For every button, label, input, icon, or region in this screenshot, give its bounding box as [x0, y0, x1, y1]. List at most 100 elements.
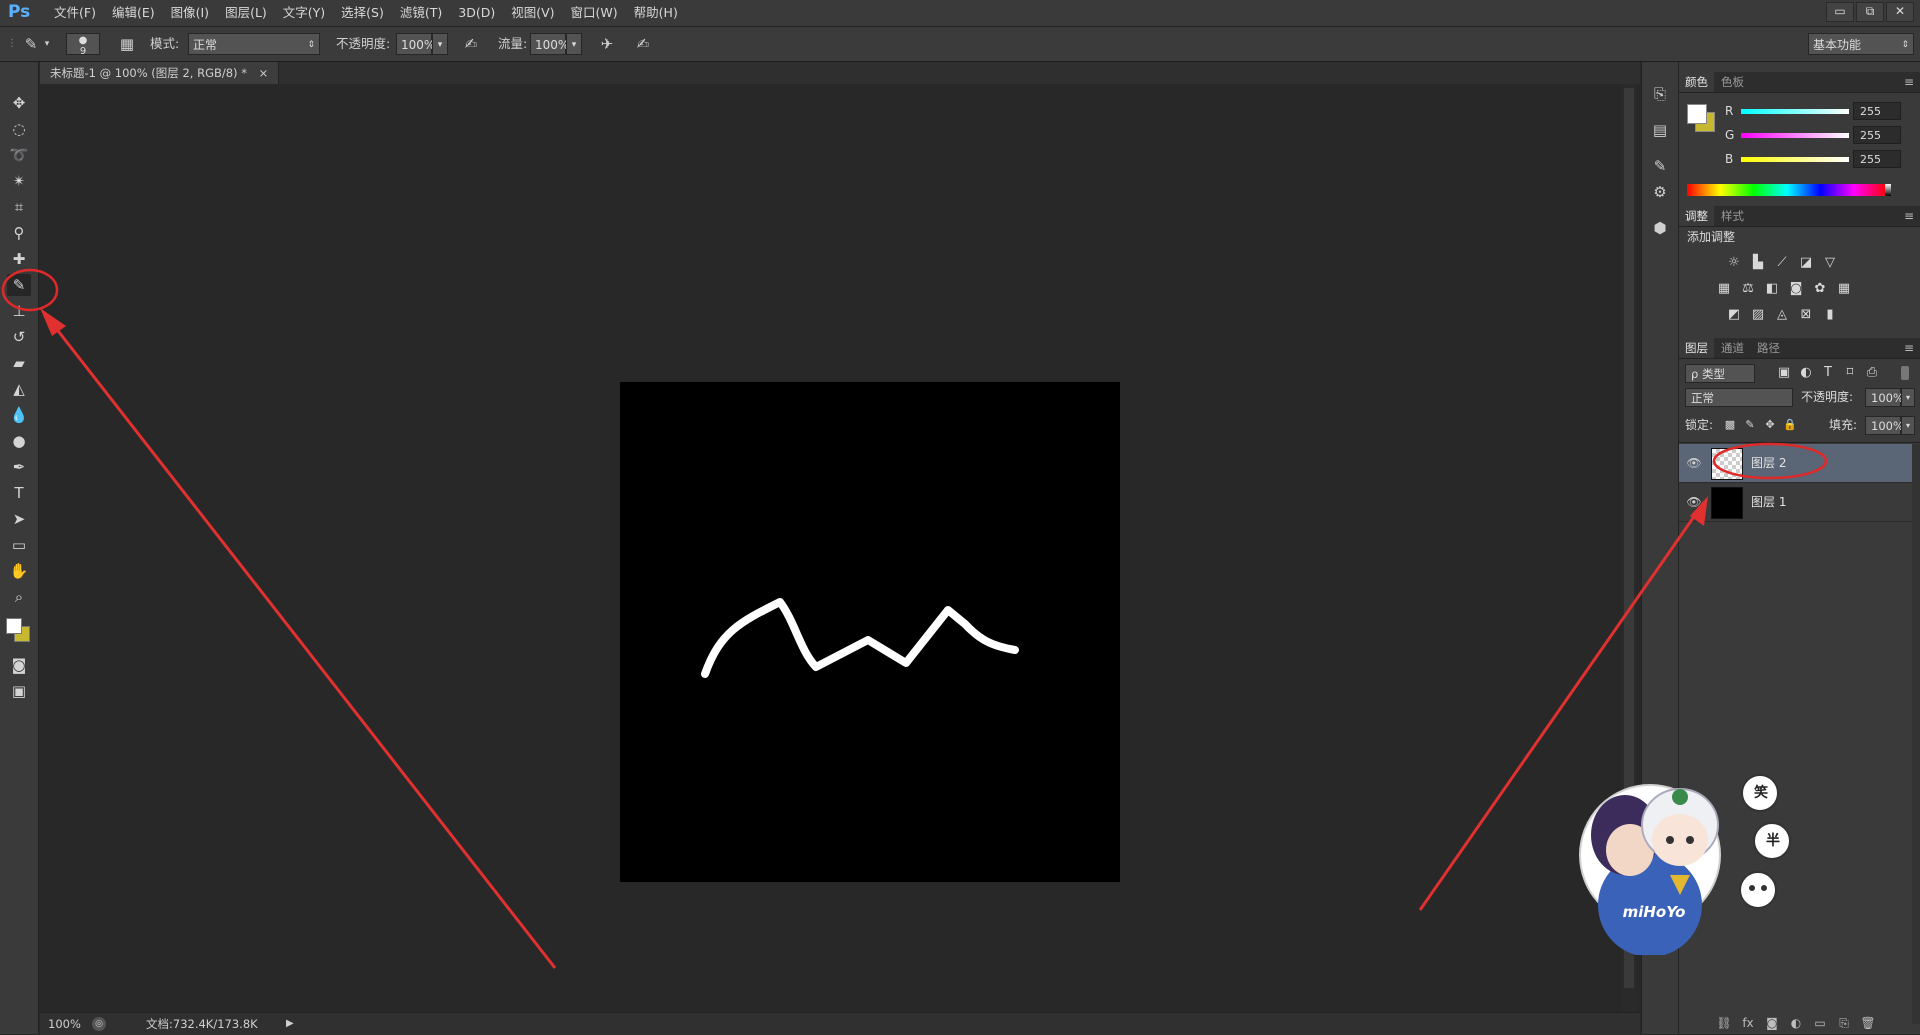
menu-image[interactable]: 图像(I)	[163, 0, 217, 26]
filter-toggle[interactable]	[1901, 366, 1909, 380]
document-tab[interactable]: 未标题-1 @ 100% (图层 2, RGB/8) * ×	[40, 62, 280, 84]
layer-opacity-input[interactable]: 100%	[1865, 388, 1904, 407]
tab-swatches[interactable]: 色板	[1715, 72, 1750, 92]
paint-bucket-tool-icon[interactable]: ◭	[7, 378, 31, 400]
tab-channels[interactable]: 通道	[1715, 338, 1750, 358]
minimize-button[interactable]: ▭	[1826, 2, 1854, 22]
r-slider[interactable]	[1741, 109, 1849, 114]
menu-help[interactable]: 帮助(H)	[626, 0, 686, 26]
filter-smart-object-icon[interactable]: ⎙	[1863, 364, 1881, 382]
zoom-level[interactable]: 100%	[48, 1013, 81, 1035]
fill-input[interactable]: 100%	[1865, 416, 1904, 435]
bw-ramp[interactable]	[1885, 184, 1891, 196]
3d-panel-icon[interactable]: ⬢	[1648, 216, 1672, 240]
channel-mixer-icon[interactable]: ✿	[1811, 280, 1829, 298]
status-menu-icon[interactable]: ◎	[92, 1017, 106, 1031]
new-adjustment-icon[interactable]: ◐	[1787, 1014, 1805, 1032]
blur-tool-icon[interactable]: 💧	[7, 404, 31, 426]
new-layer-icon[interactable]: ⎘	[1835, 1014, 1853, 1032]
new-group-icon[interactable]: ▭	[1811, 1014, 1829, 1032]
layers-scrollbar[interactable]	[1912, 444, 1920, 1024]
eyedropper-tool-icon[interactable]: ⚲	[7, 222, 31, 244]
history-brush-tool-icon[interactable]: ↺	[7, 326, 31, 348]
document-canvas[interactable]	[620, 382, 1120, 882]
lasso-tool-icon[interactable]: ➰	[7, 144, 31, 166]
type-tool-icon[interactable]: T	[7, 482, 31, 504]
layer-name[interactable]: 图层 2	[1751, 444, 1786, 482]
add-mask-icon[interactable]: ◙	[1763, 1014, 1781, 1032]
eraser-tool-icon[interactable]: ▰	[7, 352, 31, 374]
panel-menu-icon[interactable]: ≡	[1904, 72, 1914, 92]
layer-filter-select[interactable]: ρ 类型	[1685, 364, 1755, 383]
brush-tool-icon[interactable]: ✎	[7, 274, 31, 296]
tab-layers[interactable]: 图层	[1679, 338, 1714, 358]
filter-type-icon[interactable]: T	[1819, 364, 1837, 382]
brush-panel-toggle-icon[interactable]: ▦	[116, 33, 138, 55]
menu-3d[interactable]: 3D(D)	[450, 0, 503, 26]
opacity-dropdown-icon[interactable]: ▾	[432, 33, 448, 55]
color-balance-icon[interactable]: ⚖	[1739, 280, 1757, 298]
color-lookup-icon[interactable]: ▦	[1835, 280, 1853, 298]
flow-input[interactable]: 100%	[530, 33, 569, 55]
properties-panel-icon[interactable]: ⚙	[1648, 180, 1672, 204]
marquee-tool-icon[interactable]: ◌	[7, 118, 31, 140]
fx-icon[interactable]: fx	[1739, 1014, 1757, 1032]
eye-icon[interactable]: 👁	[1685, 493, 1703, 511]
path-selection-tool-icon[interactable]: ➤	[7, 508, 31, 530]
menu-view[interactable]: 视图(V)	[503, 0, 562, 26]
magic-wand-tool-icon[interactable]: ✴	[7, 170, 31, 192]
posterize-icon[interactable]: ▨	[1749, 306, 1767, 324]
blend-mode-select[interactable]: 正常	[1685, 388, 1793, 407]
black-white-icon[interactable]: ◧	[1763, 280, 1781, 298]
selective-color-icon[interactable]: ⊠	[1797, 306, 1815, 324]
lock-image-icon[interactable]: ✎	[1741, 416, 1759, 434]
foreground-color-front[interactable]	[6, 618, 22, 634]
actions-panel-icon[interactable]: ▤	[1648, 118, 1672, 142]
g-slider[interactable]	[1741, 133, 1849, 138]
invert-icon[interactable]: ◩	[1725, 306, 1743, 324]
rectangle-tool-icon[interactable]: ▭	[7, 534, 31, 556]
pressure-opacity-icon[interactable]: ✍	[460, 33, 482, 55]
panel-menu-icon[interactable]: ≡	[1904, 338, 1914, 358]
zoom-tool-icon[interactable]: ⌕	[7, 586, 31, 608]
filter-pixel-icon[interactable]: ▣	[1775, 364, 1793, 382]
brush-preset-icon[interactable]: ✎	[20, 33, 42, 55]
mode-select[interactable]: 正常 ⇕	[188, 33, 320, 55]
airbrush-icon[interactable]: ✈	[596, 33, 618, 55]
menu-layer[interactable]: 图层(L)	[217, 0, 275, 26]
exposure-icon[interactable]: ◪	[1797, 254, 1815, 272]
curves-icon[interactable]: ⟋	[1773, 254, 1791, 272]
fg-color-swatch[interactable]	[1687, 104, 1707, 124]
layer-opacity-dropdown-icon[interactable]: ▾	[1901, 388, 1915, 407]
delete-layer-icon[interactable]: 🗑	[1859, 1014, 1877, 1032]
flow-dropdown-icon[interactable]: ▾	[566, 33, 582, 55]
healing-brush-tool-icon[interactable]: ✚	[7, 248, 31, 270]
close-tab-icon[interactable]: ×	[259, 66, 269, 80]
levels-icon[interactable]: ▙	[1749, 254, 1767, 272]
screen-mode-icon[interactable]: ▣	[7, 680, 31, 702]
status-arrow-icon[interactable]: ▶	[286, 1013, 294, 1035]
menu-edit[interactable]: 编辑(E)	[104, 0, 163, 26]
move-tool-icon[interactable]: ✥	[7, 92, 31, 114]
tab-styles[interactable]: 样式	[1715, 206, 1750, 226]
tab-adjustments[interactable]: 调整	[1679, 206, 1714, 226]
brush-panel-icon[interactable]: ✎	[1648, 154, 1672, 178]
brightness-icon[interactable]: ☼	[1725, 254, 1743, 272]
g-value[interactable]: 255	[1853, 126, 1901, 144]
opacity-input[interactable]: 100%	[396, 33, 435, 55]
close-button[interactable]: ✕	[1886, 2, 1914, 22]
menu-type[interactable]: 文字(Y)	[275, 0, 333, 26]
color-spectrum[interactable]	[1687, 184, 1887, 196]
restore-button[interactable]: ⧉	[1856, 2, 1884, 22]
filter-adjustment-icon[interactable]: ◐	[1797, 364, 1815, 382]
tab-paths[interactable]: 路径	[1751, 338, 1786, 358]
hue-saturation-icon[interactable]: ▦	[1715, 280, 1733, 298]
clone-stamp-tool-icon[interactable]: ⊥	[7, 300, 31, 322]
dodge-tool-icon[interactable]: ●	[7, 430, 31, 452]
layer-name[interactable]: 图层 1	[1751, 483, 1786, 521]
menu-filter[interactable]: 滤镜(T)	[392, 0, 450, 26]
lock-all-icon[interactable]: 🔒	[1781, 416, 1799, 434]
r-value[interactable]: 255	[1853, 102, 1901, 120]
menu-select[interactable]: 选择(S)	[333, 0, 392, 26]
lock-position-icon[interactable]: ✥	[1761, 416, 1779, 434]
